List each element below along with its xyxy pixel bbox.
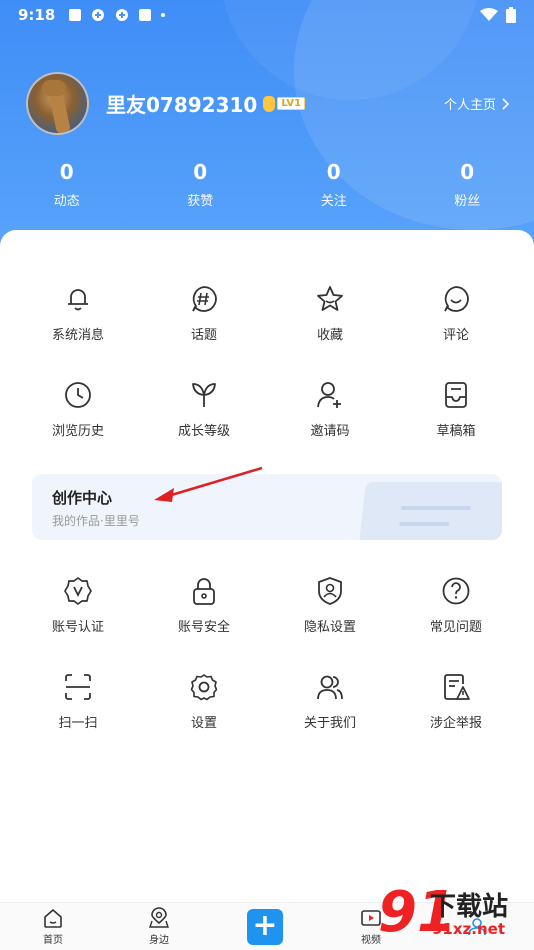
publish-plus-button[interactable]: +	[247, 908, 283, 945]
app-notification-icon	[92, 9, 105, 21]
menu-item-label: 草稿箱	[436, 424, 476, 439]
wifi-icon	[480, 8, 498, 21]
question-icon	[442, 577, 470, 605]
level-badge: LV1	[263, 95, 306, 112]
personal-homepage-link[interactable]: 个人主页	[444, 94, 510, 113]
notification-icon	[69, 9, 82, 21]
leaf-icon	[192, 383, 216, 407]
drafts-icon	[445, 382, 467, 408]
menu-item-browse-history[interactable]: 浏览历史	[15, 380, 141, 439]
menu-item-enterprise-report[interactable]: 涉企举报	[393, 672, 519, 731]
stat-posts[interactable]: 0 动态	[0, 158, 134, 209]
menu-item-account-security[interactable]: 账号安全	[141, 576, 267, 635]
menu-item-label: 系统消息	[51, 328, 104, 343]
menu-item-scan[interactable]: 扫一扫	[15, 672, 141, 731]
hashtag-icon	[192, 286, 217, 312]
menu-item-topics[interactable]: 话题	[141, 284, 267, 343]
lock-icon	[193, 578, 215, 605]
gear-icon	[190, 674, 218, 701]
menu-item-label: 评论	[442, 328, 469, 343]
shield-user-icon	[318, 577, 342, 605]
menu-item-label: 常见问题	[429, 620, 482, 635]
status-time: 9:18	[18, 6, 56, 24]
menu-item-invite-code[interactable]: 邀请码	[267, 380, 393, 439]
history-icon	[65, 382, 91, 408]
more-notifications-icon	[161, 13, 166, 17]
stat-value: 0	[59, 160, 74, 184]
profile-block[interactable]: 里友07892310 LV1	[26, 72, 306, 135]
tab-home[interactable]: 首页	[0, 907, 106, 946]
creator-center-title: 创作中心	[52, 489, 113, 507]
menu-item-drafts[interactable]: 草稿箱	[393, 380, 519, 439]
menu-item-label: 话题	[190, 328, 217, 343]
battery-icon	[506, 7, 516, 23]
menu-panel: 系统消息 话题 收藏 评论 浏览历史 成长等级 邀请码 草稿箱 创作中心 我的作…	[0, 230, 534, 902]
location-icon	[149, 907, 169, 928]
creator-center-subtitle: 我的作品·里里号	[52, 514, 140, 528]
menu-row-4: 扫一扫 设置 关于我们 涉企举报	[0, 672, 534, 731]
homepage-label: 个人主页	[443, 98, 496, 113]
menu-row-2: 浏览历史 成长等级 邀请码 草稿箱	[0, 380, 534, 439]
menu-item-label: 扫一扫	[58, 716, 98, 731]
verify-badge-icon	[64, 577, 92, 605]
notification-icon-2	[139, 9, 152, 21]
comment-icon	[444, 286, 469, 312]
menu-item-growth-level[interactable]: 成长等级	[141, 380, 267, 439]
tab-label: 身边	[149, 935, 169, 946]
menu-item-label: 邀请码	[310, 424, 350, 439]
annotation-arrow	[154, 466, 263, 502]
stat-following[interactable]: 0 关注	[267, 158, 401, 209]
bell-icon	[68, 289, 88, 311]
avatar[interactable]	[26, 72, 89, 135]
tab-nearby[interactable]: 身边	[106, 907, 212, 946]
stat-label: 粉丝	[454, 194, 481, 209]
status-bar: 9:18	[0, 0, 534, 30]
stat-value: 0	[460, 160, 475, 184]
report-icon	[444, 674, 470, 700]
menu-row-1: 系统消息 话题 收藏 评论	[0, 284, 534, 343]
stats-row: 0 动态 0 获赞 0 关注 0 粉丝	[0, 158, 534, 209]
menu-item-label: 关于我们	[303, 716, 356, 731]
menu-item-label: 涉企举报	[429, 716, 482, 731]
star-icon	[317, 286, 343, 311]
scan-icon	[65, 674, 91, 700]
chevron-right-icon	[502, 97, 510, 110]
add-user-icon	[317, 382, 341, 408]
medal-icon	[263, 95, 276, 112]
menu-item-label: 收藏	[316, 328, 343, 343]
watermark-url: 91xz.net	[432, 920, 506, 938]
users-icon	[317, 675, 343, 700]
menu-item-system-messages[interactable]: 系统消息	[15, 284, 141, 343]
tab-label: 首页	[43, 935, 63, 946]
menu-item-label: 账号安全	[177, 620, 230, 635]
stat-likes[interactable]: 0 获赞	[134, 158, 268, 209]
username: 里友07892310	[106, 93, 258, 117]
stat-label: 获赞	[187, 194, 214, 209]
watermark-text: 下载站	[430, 892, 509, 922]
menu-item-account-verification[interactable]: 账号认证	[15, 576, 141, 635]
stat-followers[interactable]: 0 粉丝	[401, 158, 534, 209]
creator-card-decoration	[358, 482, 502, 540]
stat-label: 动态	[53, 194, 80, 209]
menu-item-comments[interactable]: 评论	[393, 284, 519, 343]
stat-value: 0	[326, 160, 341, 184]
menu-item-settings[interactable]: 设置	[141, 672, 267, 731]
menu-item-label: 成长等级	[177, 424, 230, 439]
home-icon	[44, 909, 62, 928]
menu-item-privacy-settings[interactable]: 隐私设置	[267, 576, 393, 635]
menu-item-label: 浏览历史	[51, 424, 104, 439]
level-label: LV1	[277, 97, 306, 110]
menu-item-favorites[interactable]: 收藏	[267, 284, 393, 343]
app-notification-icon-2	[116, 9, 129, 21]
menu-item-label: 账号认证	[51, 620, 104, 635]
watermark-logo: 91 下载站 91xz.net	[378, 880, 528, 948]
stat-value: 0	[193, 160, 208, 184]
stat-label: 关注	[320, 194, 347, 209]
menu-item-faq[interactable]: 常见问题	[393, 576, 519, 635]
menu-row-3: 账号认证 账号安全 隐私设置 常见问题	[0, 576, 534, 635]
menu-item-about-us[interactable]: 关于我们	[267, 672, 393, 731]
tab-publish[interactable]: +	[212, 908, 318, 945]
menu-item-label: 设置	[190, 716, 217, 731]
menu-item-label: 隐私设置	[303, 620, 356, 635]
